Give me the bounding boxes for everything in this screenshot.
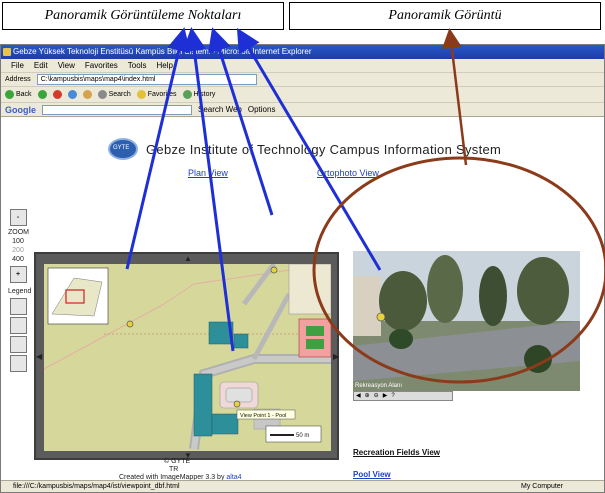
search-icon bbox=[97, 90, 107, 99]
back-button[interactable]: Back bbox=[5, 87, 32, 103]
zoom-level-400[interactable]: 400 bbox=[8, 255, 28, 264]
home-button[interactable] bbox=[82, 90, 92, 99]
stop-button[interactable] bbox=[52, 90, 62, 99]
pano-left-button[interactable]: ◀ bbox=[356, 392, 361, 400]
status-bar: file:///C:/kampusbis/maps/map4/ist/viewp… bbox=[1, 480, 604, 492]
page-title: Gebze Institute of Technology Campus Inf… bbox=[146, 142, 502, 157]
menu-help[interactable]: Help bbox=[156, 59, 172, 72]
zoom-level-200[interactable]: 200 bbox=[8, 246, 28, 255]
panorama-image: Rekreasyon Alanı bbox=[353, 251, 580, 391]
copyright-text: © GYTE bbox=[164, 458, 191, 465]
menu-edit[interactable]: Edit bbox=[34, 59, 48, 72]
zoom-out-button[interactable]: - bbox=[9, 209, 27, 226]
pool-view-link[interactable]: Pool View bbox=[353, 470, 391, 479]
panorama-view[interactable]: Rekreasyon Alanı bbox=[353, 251, 580, 391]
favorites-label: Favorites bbox=[147, 90, 177, 98]
campus-map-drawing: 50 m View Point 1 - Pool bbox=[44, 264, 331, 451]
ortophoto-view-link[interactable]: Ortophoto View bbox=[317, 168, 379, 178]
refresh-icon bbox=[67, 90, 77, 99]
pan-up-icon[interactable]: ▲ bbox=[184, 254, 192, 263]
menu-tools[interactable]: Tools bbox=[128, 59, 147, 72]
forward-button[interactable] bbox=[37, 90, 47, 99]
country-text: TR bbox=[169, 466, 179, 473]
binoculars-icon[interactable] bbox=[9, 336, 27, 353]
status-text: file:///C:/kampusbis/maps/map4/ist/viewp… bbox=[13, 483, 180, 490]
panorama-toolbar: ◀ ⊕ ⊖ ▶ ? bbox=[353, 391, 453, 401]
gyte-logo: GYTE bbox=[108, 138, 138, 160]
zoom-in-button[interactable]: + bbox=[9, 266, 27, 283]
search-label: Search bbox=[108, 90, 131, 98]
menu-view[interactable]: View bbox=[58, 59, 75, 72]
legend-button[interactable] bbox=[9, 298, 27, 315]
plan-view-link[interactable]: Plan View bbox=[188, 168, 228, 178]
callout-viewpoints: Panoramik Görüntüleme Noktaları bbox=[2, 2, 284, 30]
overview-button[interactable] bbox=[9, 317, 27, 334]
google-search-web-button[interactable]: Search Web bbox=[198, 103, 242, 117]
pan-left-icon[interactable]: ◀ bbox=[36, 352, 42, 361]
home-icon bbox=[82, 90, 92, 99]
pano-help-button[interactable]: ? bbox=[391, 392, 394, 400]
logo-text: GYTE bbox=[113, 145, 130, 151]
map-tooltip-text: View Point 1 - Pool bbox=[240, 413, 286, 419]
address-label: Address bbox=[5, 75, 31, 83]
search-button[interactable]: Search bbox=[97, 87, 131, 103]
menu-bar: File Edit View Favorites Tools Help bbox=[1, 59, 604, 73]
pano-zoom-in-button[interactable]: ⊕ bbox=[365, 392, 370, 400]
address-bar: Address C:\kampusbis\maps\map4\index.htm… bbox=[1, 73, 604, 87]
print-icon[interactable] bbox=[9, 355, 27, 372]
pano-right-button[interactable]: ▶ bbox=[383, 392, 388, 400]
viewpoint-marker-2[interactable] bbox=[270, 266, 278, 274]
google-search-field[interactable] bbox=[42, 104, 192, 115]
stop-icon bbox=[52, 90, 62, 99]
viewpoint-marker-1[interactable] bbox=[126, 320, 134, 328]
menu-favorites[interactable]: Favorites bbox=[85, 59, 118, 72]
favorites-button[interactable]: Favorites bbox=[136, 87, 177, 103]
menu-file[interactable]: File bbox=[11, 59, 24, 72]
status-zone: My Computer bbox=[521, 483, 564, 490]
title-bar: Gebze Yüksek Teknoloji Enstitüsü Kampüs … bbox=[1, 45, 604, 59]
legend-label[interactable]: Legend bbox=[8, 287, 31, 296]
browser-window: Gebze Yüksek Teknoloji Enstitüsü Kampüs … bbox=[0, 44, 605, 493]
pano-viewpoint-marker[interactable] bbox=[376, 312, 386, 322]
toolbar: Back Search Favorites History bbox=[1, 87, 604, 103]
zoom-level-100[interactable]: 100 bbox=[8, 237, 28, 246]
map-frame: ▲ ▼ ◀ ▶ 50 m View Point 1 - Pool bbox=[34, 252, 339, 460]
callout-panorama: Panoramik Görüntü bbox=[289, 2, 601, 30]
viewpoint-marker-pool[interactable] bbox=[233, 400, 241, 408]
forward-arrow-icon bbox=[37, 90, 47, 99]
pan-right-icon[interactable]: ▶ bbox=[333, 352, 339, 361]
recreation-fields-link[interactable]: Recreation Fields View bbox=[353, 448, 440, 457]
google-logo: Google bbox=[5, 104, 36, 115]
google-toolbar: Google Search Web Options bbox=[1, 103, 604, 117]
back-arrow-icon bbox=[5, 90, 14, 99]
window-title: Gebze Yüksek Teknoloji Enstitüsü Kampüs … bbox=[13, 47, 312, 56]
google-options-button[interactable]: Options bbox=[248, 103, 276, 117]
ie-icon bbox=[3, 48, 11, 56]
scale-label: 50 m bbox=[296, 433, 309, 439]
pano-zoom-out-button[interactable]: ⊖ bbox=[374, 392, 379, 400]
refresh-button[interactable] bbox=[67, 90, 77, 99]
address-field[interactable]: C:\kampusbis\maps\map4\index.html bbox=[36, 74, 257, 85]
star-icon bbox=[136, 90, 146, 99]
history-label: History bbox=[193, 90, 216, 98]
history-icon bbox=[182, 90, 192, 99]
campus-map[interactable]: 50 m View Point 1 - Pool bbox=[44, 264, 331, 451]
page-content: GYTE Gebze Institute of Technology Campu… bbox=[1, 118, 604, 481]
zoom-panel: - ZOOM 100 200 400 + Legend bbox=[8, 207, 31, 374]
zoom-label: ZOOM bbox=[8, 229, 29, 236]
back-label: Back bbox=[16, 90, 32, 98]
history-button[interactable]: History bbox=[182, 87, 216, 103]
pano-caption: Rekreasyon Alanı bbox=[355, 383, 402, 389]
